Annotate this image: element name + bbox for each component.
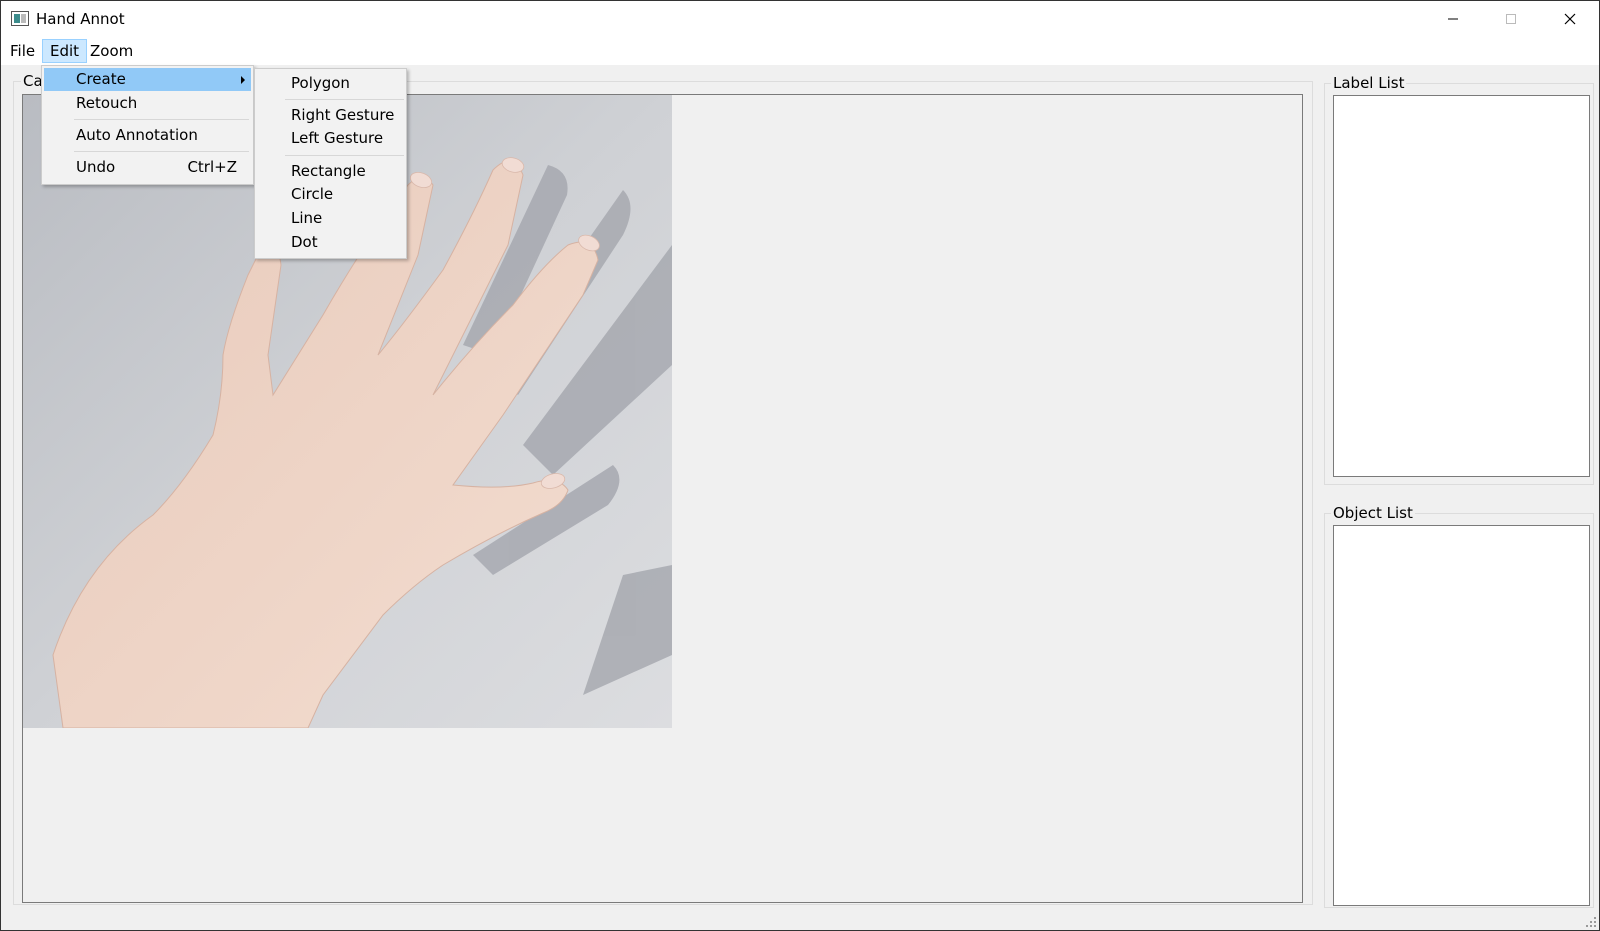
submenu-item-left-gesture[interactable]: Left Gesture xyxy=(257,127,404,150)
menu-item-create-label: Create xyxy=(76,70,126,88)
menu-item-undo-label: Undo xyxy=(76,158,116,176)
maximize-icon xyxy=(1506,14,1516,24)
window-title: Hand Annot xyxy=(36,10,125,28)
object-list-title: Object List xyxy=(1331,504,1415,522)
menu-item-create[interactable]: Create xyxy=(44,68,251,91)
submenu-arrow-icon xyxy=(241,76,245,84)
app-icon xyxy=(11,11,29,26)
menu-item-retouch[interactable]: Retouch xyxy=(44,92,251,115)
menu-separator xyxy=(74,119,249,120)
menu-item-undo[interactable]: Undo Ctrl+Z xyxy=(44,156,251,179)
submenu-item-rectangle[interactable]: Rectangle xyxy=(257,160,404,183)
submenu-item-right-gesture[interactable]: Right Gesture xyxy=(257,104,404,127)
submenu-separator xyxy=(285,155,404,156)
submenu-item-dot[interactable]: Dot xyxy=(257,231,404,254)
menu-file[interactable]: File xyxy=(3,39,42,63)
menu-item-auto-annotation[interactable]: Auto Annotation xyxy=(44,124,251,147)
undo-shortcut: Ctrl+Z xyxy=(187,158,237,176)
submenu-separator xyxy=(285,99,404,100)
label-list-title: Label List xyxy=(1331,74,1407,92)
menu-item-auto-annotation-label: Auto Annotation xyxy=(76,126,198,144)
minimize-icon xyxy=(1448,18,1458,20)
maximize-button[interactable] xyxy=(1482,1,1540,37)
close-button[interactable] xyxy=(1541,1,1599,37)
title-bar: Hand Annot xyxy=(1,1,1599,37)
submenu-item-line[interactable]: Line xyxy=(257,207,404,230)
resize-grip-icon[interactable] xyxy=(1585,916,1597,928)
edit-menu-dropdown: Create Retouch Auto Annotation Undo Ctrl… xyxy=(41,65,254,185)
submenu-item-circle[interactable]: Circle xyxy=(257,183,404,206)
canvas-area[interactable] xyxy=(22,94,1303,903)
menu-zoom[interactable]: Zoom xyxy=(83,39,140,63)
minimize-button[interactable] xyxy=(1424,1,1482,37)
label-list[interactable] xyxy=(1333,95,1590,477)
menu-bar: File Edit Zoom xyxy=(1,37,1599,65)
menu-item-retouch-label: Retouch xyxy=(76,94,138,112)
close-icon xyxy=(1564,13,1576,25)
menu-separator xyxy=(74,151,249,152)
menu-edit[interactable]: Edit xyxy=(42,39,88,63)
submenu-item-polygon[interactable]: Polygon xyxy=(257,72,404,95)
main-window: Hand Annot File Edit Zoom Ca Label List … xyxy=(0,0,1600,931)
object-list[interactable] xyxy=(1333,525,1590,906)
create-submenu: Polygon Right Gesture Left Gesture Recta… xyxy=(254,68,407,259)
